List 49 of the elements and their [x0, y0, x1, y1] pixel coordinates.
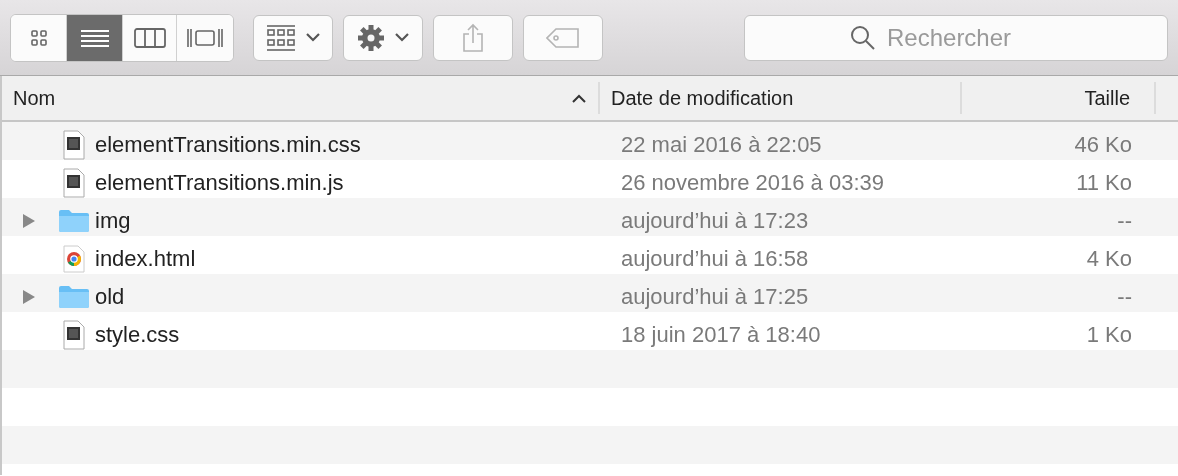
file-size: 46 Ko: [1073, 132, 1133, 158]
modified-date: 22 mai 2016 à 22:05: [620, 132, 823, 158]
document-icon: [63, 168, 85, 198]
file-size: --: [1116, 208, 1133, 234]
view-mode-button[interactable]: [11, 14, 67, 61]
column-label: Nom: [13, 86, 56, 110]
modified-date: 18 juin 2017 à 18:40: [620, 322, 822, 348]
file-name[interactable]: index.html: [95, 246, 196, 272]
document-icon: [63, 130, 85, 160]
column-label: Taille: [1084, 86, 1130, 110]
grid-icon: [266, 24, 296, 51]
modified-date: aujourd’hui à 16:58: [620, 246, 810, 272]
search-icon: [850, 24, 876, 51]
cover-flow-icon: [187, 26, 223, 49]
search-field[interactable]: Rechercher: [744, 14, 1168, 61]
file-size: 4 Ko: [1085, 246, 1133, 272]
file-size: 1 Ko: [1085, 322, 1133, 348]
action-button[interactable]: [343, 14, 423, 61]
tag-icon: [546, 27, 580, 48]
list-view-icon: [80, 27, 109, 48]
file-name[interactable]: old: [95, 284, 125, 310]
share-icon: [462, 22, 484, 53]
browser-file-icon: [63, 245, 85, 273]
view-mode-switcher[interactable]: [10, 13, 234, 62]
modified-date: aujourd’hui à 17:23: [620, 208, 810, 234]
column-header[interactable]: Taille: [962, 82, 1156, 114]
modified-date: aujourd’hui à 17:25: [620, 284, 810, 310]
chevron-icon: [395, 33, 409, 42]
arrange-button[interactable]: [253, 14, 333, 61]
file-name[interactable]: img: [95, 208, 131, 234]
disclosure-triangle-icon[interactable]: [23, 290, 35, 304]
disclosure-triangle-icon[interactable]: [23, 214, 35, 228]
column-view-icon: [133, 27, 166, 48]
file-name[interactable]: elementTransitions.min.js: [95, 170, 344, 196]
view-mode-button[interactable]: [67, 14, 123, 61]
modified-date: 26 novembre 2016 à 03:39: [620, 170, 885, 196]
document-icon: [63, 320, 85, 350]
file-size: 11 Ko: [1075, 170, 1133, 196]
chevron-icon: [306, 33, 320, 42]
folder-icon: [58, 285, 90, 309]
column-label: Date de modification: [611, 86, 794, 110]
icon-view-icon: [29, 28, 48, 47]
file-size: --: [1116, 284, 1133, 310]
column-header[interactable]: Date de modification: [600, 82, 962, 114]
file-name[interactable]: style.css: [95, 322, 180, 348]
folder-icon: [58, 209, 90, 233]
gear-icon: [357, 23, 385, 52]
file-name[interactable]: elementTransitions.min.css: [95, 132, 361, 158]
column-header[interactable]: Nom: [2, 82, 600, 114]
